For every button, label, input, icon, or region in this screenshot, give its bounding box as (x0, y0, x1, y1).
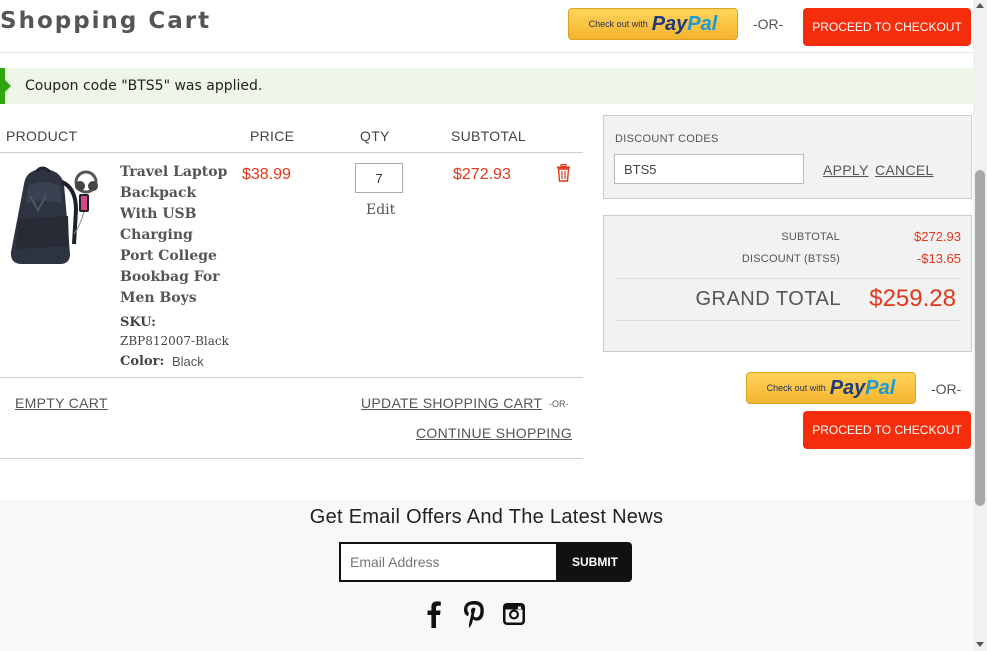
edit-item-link[interactable]: Edit (366, 202, 395, 218)
subtotal-value: $272.93 (914, 229, 961, 244)
paypal-checkout-button-top[interactable]: Check out with PayPal (568, 8, 738, 40)
grand-total-value: $259.28 (869, 285, 956, 312)
coupon-success-message: Coupon code "BTS5" was applied. (0, 68, 973, 104)
paypal-logo-pay: Pay (829, 376, 866, 399)
sku-label: SKU: (120, 315, 156, 330)
newsletter-title: Get Email Offers And The Latest News (309, 506, 664, 528)
email-address-input[interactable] (339, 542, 558, 582)
facebook-icon[interactable] (421, 600, 447, 628)
grand-total-label: GRAND TOTAL (695, 288, 841, 310)
message-text: Coupon code "BTS5" was applied. (25, 78, 263, 94)
paypal-prefix: Check out with (766, 383, 826, 393)
order-totals-panel: SUBTOTAL $272.93 DISCOUNT (BTS5) -$13.65… (603, 215, 972, 352)
vertical-scrollbar[interactable] (973, 0, 987, 651)
or-separator-actions: -OR- (549, 399, 569, 409)
scroll-down-arrow-icon[interactable] (976, 642, 984, 647)
update-shopping-cart-link[interactable]: UPDATE SHOPPING CART (361, 395, 542, 411)
discount-label: DISCOUNT (BTS5) (741, 253, 840, 265)
proceed-to-checkout-button-top[interactable]: PROCEED TO CHECKOUT (803, 8, 971, 46)
header-divider (0, 52, 973, 53)
product-name-link[interactable]: Travel Laptop Backpack With USB Charging… (120, 162, 230, 309)
continue-shopping-link[interactable]: CONTINUE SHOPPING (416, 425, 572, 441)
quantity-input[interactable] (355, 163, 403, 193)
discount-code-input[interactable]: BTS5 (614, 154, 804, 184)
table-header-divider (0, 152, 583, 153)
cart-page: Shopping Cart Check out with PayPal -OR-… (0, 0, 973, 651)
backpack-image[interactable] (6, 164, 100, 268)
column-header-price: PRICE (250, 128, 295, 144)
color-label: Color: (120, 354, 165, 369)
column-header-product: PRODUCT (6, 128, 78, 144)
apply-discount-link[interactable]: APPLY (823, 162, 869, 178)
discount-value: -$13.65 (916, 251, 961, 266)
newsletter-submit-button[interactable]: SUBMIT (558, 542, 632, 582)
cancel-discount-link[interactable]: CANCEL (875, 162, 934, 178)
discount-codes-title: DISCOUNT CODES (615, 133, 719, 145)
empty-cart-link[interactable]: EMPTY CART (15, 395, 108, 411)
paypal-checkout-button-bottom[interactable]: Check out with PayPal (746, 372, 916, 404)
discount-codes-panel: DISCOUNT CODES BTS5 APPLY CANCEL (603, 115, 972, 199)
pinterest-icon[interactable] (461, 600, 487, 628)
scroll-up-arrow-icon[interactable] (976, 3, 984, 8)
paypal-logo: PayPal (652, 13, 718, 36)
actions-divider (0, 458, 583, 459)
paypal-logo-pal: Pal (865, 376, 896, 399)
color-value: Black (172, 354, 204, 369)
item-price: $38.99 (242, 166, 291, 183)
trash-icon[interactable] (556, 164, 571, 182)
column-header-qty: QTY (360, 128, 390, 144)
or-separator-bottom: -OR- (931, 381, 962, 397)
paypal-logo: PayPal (830, 377, 896, 400)
totals-divider-bottom (616, 320, 961, 321)
table-row-divider (0, 377, 583, 378)
scrollbar-thumb[interactable] (975, 170, 985, 506)
instagram-icon[interactable] (501, 600, 527, 628)
proceed-to-checkout-button-bottom[interactable]: PROCEED TO CHECKOUT (803, 411, 971, 449)
sku-value: ZBP812007-Black (120, 334, 229, 348)
or-separator-top: -OR- (753, 16, 784, 32)
success-arrow-icon (5, 80, 11, 92)
subtotal-label: SUBTOTAL (781, 231, 840, 243)
page-title: Shopping Cart (0, 8, 212, 34)
totals-divider-top (616, 278, 961, 279)
newsletter-section: Get Email Offers And The Latest News SUB… (0, 500, 973, 651)
item-subtotal: $272.93 (453, 166, 511, 183)
paypal-prefix: Check out with (588, 19, 648, 29)
column-header-subtotal: SUBTOTAL (451, 128, 527, 144)
paypal-logo-pal: Pal (687, 12, 718, 35)
paypal-logo-pay: Pay (651, 12, 688, 35)
